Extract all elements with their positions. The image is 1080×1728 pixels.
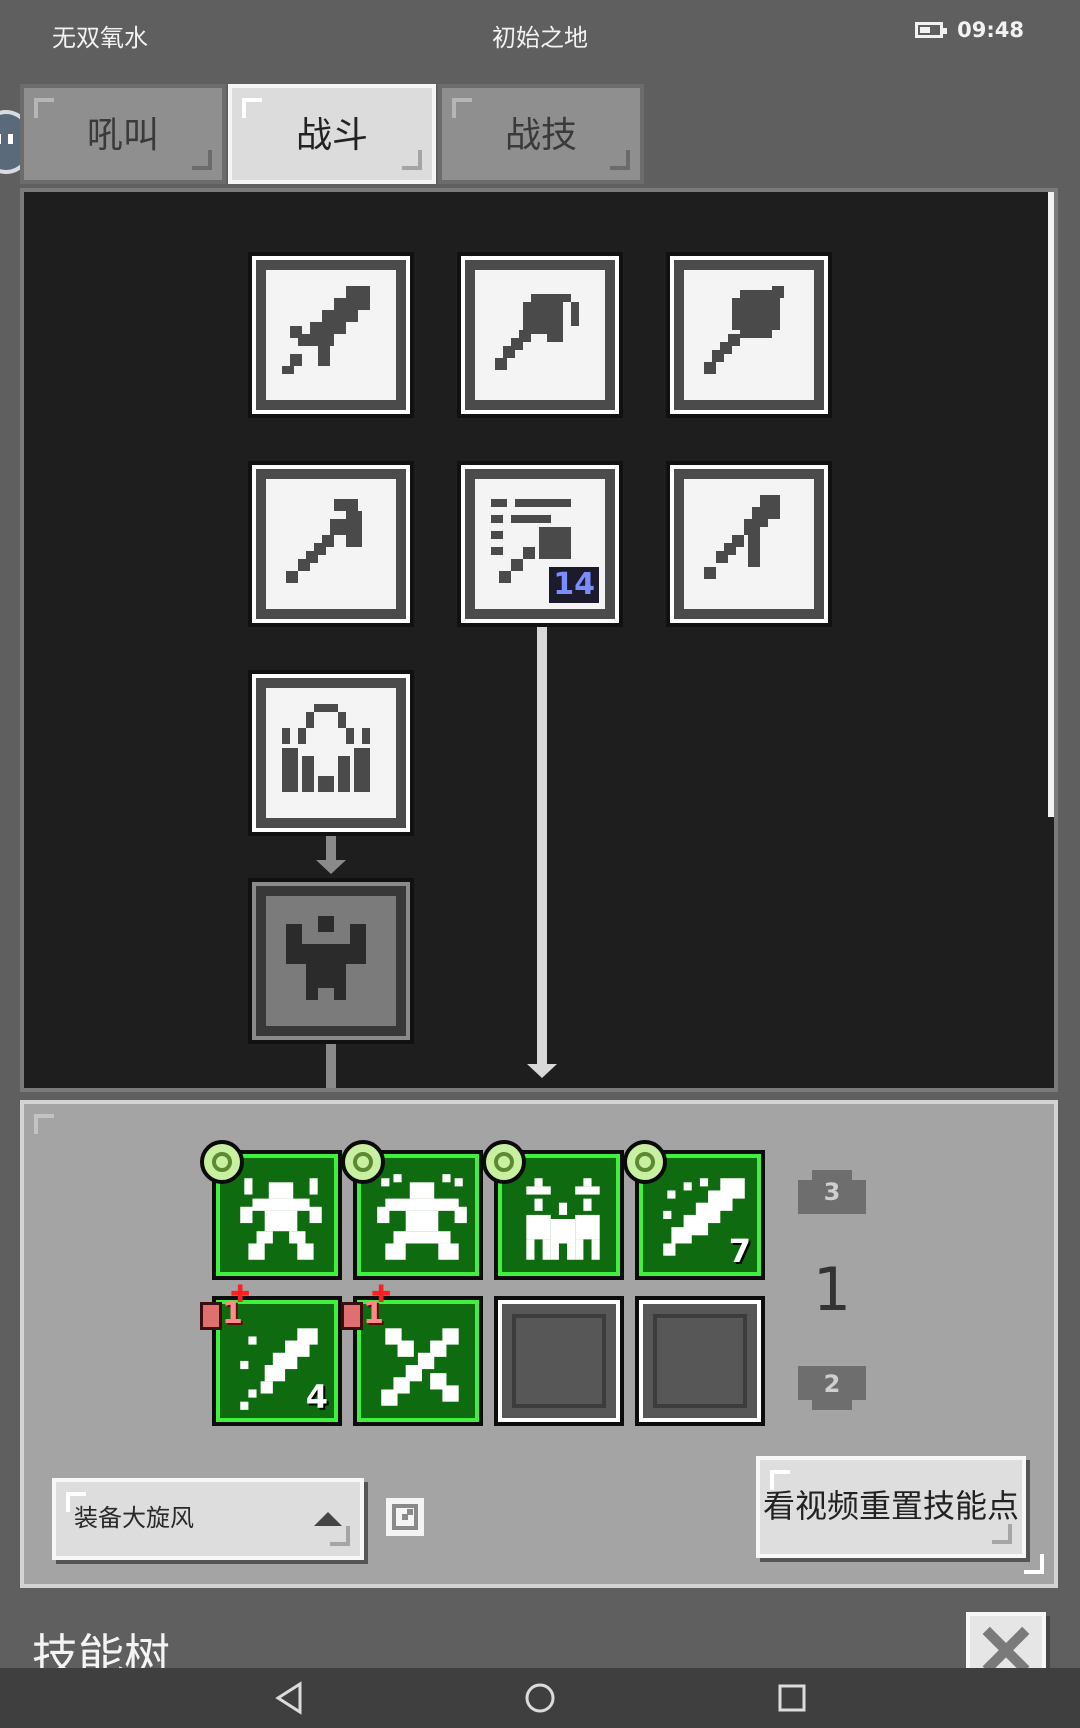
skill-node-spear[interactable] — [666, 461, 832, 627]
page-down-label: 2 — [823, 1370, 841, 1398]
skill-node-sword[interactable] — [248, 252, 414, 418]
skill-level-badge: 14 — [549, 567, 599, 603]
external-link-icon[interactable] — [386, 1498, 424, 1536]
sword-icon — [282, 286, 370, 374]
tab-roar[interactable]: 吼叫 — [20, 84, 226, 184]
tab-label: 吼叫 — [86, 115, 159, 156]
skill-node-ghost-armor[interactable] — [248, 670, 414, 836]
equipped-ring-icon — [341, 1140, 385, 1184]
tab-technique[interactable]: 战技 — [438, 84, 644, 184]
connector-line — [326, 1044, 336, 1088]
page-up-button[interactable]: 3 — [798, 1170, 866, 1214]
upgrade-count: 1 — [363, 1296, 384, 1331]
equipped-ring-icon — [482, 1140, 526, 1184]
potion-icon — [341, 1302, 363, 1330]
skill-node-axe-mastery[interactable]: 14 — [457, 461, 623, 627]
tab-combat[interactable]: 战斗 — [228, 84, 436, 184]
skill-tree-panel[interactable]: 14 — [20, 188, 1058, 1092]
war-cry-icon — [377, 1174, 467, 1260]
equipped-ring-icon — [623, 1140, 667, 1184]
reset-skill-points-label: 看视频重置技能点 — [762, 1487, 1019, 1525]
slot-level: 4 — [305, 1378, 328, 1416]
empty-slot[interactable] — [635, 1296, 765, 1426]
current-page: 1 — [812, 1255, 852, 1325]
skill-node-halberd[interactable] — [248, 461, 414, 627]
skill-node-partial[interactable] — [460, 1090, 626, 1092]
tree-scrollbar[interactable] — [1048, 192, 1054, 817]
tab-label: 战斗 — [295, 115, 368, 156]
potion-icon — [200, 1302, 222, 1330]
upgrade-badge: ✚ 1 — [200, 1280, 250, 1334]
spear-icon — [704, 495, 780, 579]
connector-arrow — [316, 860, 346, 874]
recents-icon[interactable] — [772, 1678, 812, 1718]
status-bar: 无双氧水 初始之地 09:48 — [0, 0, 1080, 66]
upgrade-count: 1 — [222, 1296, 243, 1331]
mace-icon — [704, 286, 784, 374]
battery-icon — [915, 22, 948, 38]
skill-node-axe[interactable] — [457, 252, 623, 418]
equip-skill-dropdown[interactable]: 装备大旋风 — [52, 1478, 364, 1560]
skill-node-mace[interactable] — [666, 252, 832, 418]
chevron-up-icon — [314, 1512, 342, 1526]
connector-arrow — [527, 1064, 557, 1078]
ghost-armor-icon — [282, 704, 370, 792]
page-up-label: 3 — [823, 1178, 841, 1206]
strongman-icon — [286, 916, 366, 1000]
back-icon[interactable] — [270, 1678, 310, 1718]
status-time: 09:48 — [957, 18, 1024, 42]
reset-skill-points-button[interactable]: 看视频重置技能点 — [756, 1456, 1026, 1558]
equip-skill-label: 装备大旋风 — [74, 1504, 194, 1532]
rally-icon — [526, 1178, 600, 1260]
slot-level: 7 — [728, 1232, 751, 1270]
rage-warrior-icon — [240, 1178, 322, 1260]
home-icon[interactable] — [520, 1678, 560, 1718]
halberd-icon — [286, 499, 362, 583]
system-nav-bar — [0, 1668, 1080, 1728]
status-right: 09:48 — [915, 18, 1024, 42]
upgrade-badge: ✚ 1 — [341, 1280, 391, 1334]
empty-slot[interactable] — [494, 1296, 624, 1426]
tab-label: 战技 — [504, 115, 577, 156]
axe-icon — [495, 294, 579, 370]
page-down-button[interactable]: 2 — [798, 1366, 866, 1410]
connector-line — [537, 627, 547, 1072]
equipped-ring-icon — [200, 1140, 244, 1184]
skill-node-strongman[interactable] — [248, 878, 414, 1044]
